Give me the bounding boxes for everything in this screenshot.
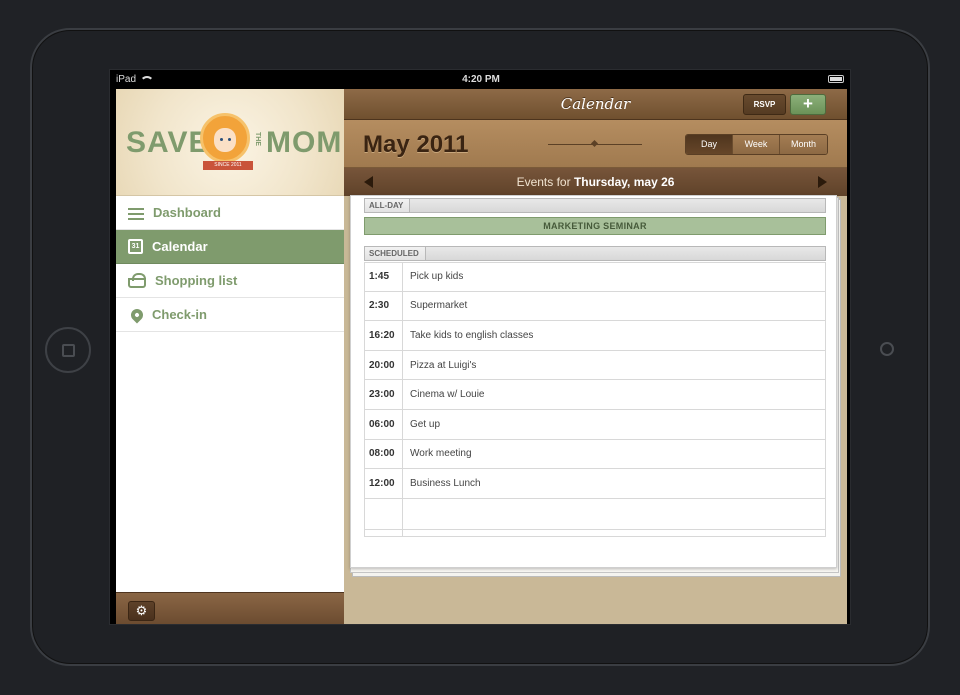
event-title: Supermarket [410,300,468,312]
events-date-label: Events for Thursday, may 26 [344,175,847,189]
ornament-divider [548,144,642,145]
table-row[interactable]: 23:00 Cinema w/ Louie [364,380,826,410]
calendar-panel: Calendar RSVP + May 2011 Day Week Month … [344,89,847,624]
next-day-arrow-icon[interactable] [818,176,827,188]
event-time: 06:00 [365,409,403,439]
event-time: 16:20 [365,321,403,350]
basket-icon [128,273,146,288]
logo-word-mom: MOM [266,126,343,159]
event-time: 20:00 [365,350,403,380]
battery-icon [828,75,844,83]
camera-icon [880,342,894,356]
app-logo: SAVE SINCE 2011 THE MOM [116,89,344,196]
location-pin-icon [128,306,146,323]
table-row[interactable]: 08:00 Work meeting [364,439,826,470]
list-icon [128,208,144,220]
navigation-bar: Calendar RSVP + [344,89,847,120]
event-title: Pick up kids [410,271,464,283]
scheduled-header-label: SCHEDULED [365,247,426,260]
sidebar-item-label: Check-in [152,307,207,322]
sidebar-item-dashboard[interactable]: Dashboard [116,196,344,230]
scheduled-section-header: SCHEDULED [364,246,826,261]
sidebar-item-calendar[interactable]: 31 Calendar [116,230,344,264]
home-button[interactable] [45,327,91,373]
event-time: 2:30 [365,291,403,321]
view-day-button[interactable]: Day [686,135,733,154]
rsvp-button[interactable]: RSVP [743,94,786,115]
event-title: Work meeting [410,448,472,460]
event-time: 08:00 [365,439,403,469]
settings-button[interactable]: ⚙ [128,601,155,621]
event-time: 23:00 [365,380,403,409]
home-square-icon [62,344,75,357]
add-event-button[interactable]: + [790,94,826,115]
calendar-icon: 31 [128,239,143,254]
clock: 4:20 PM [462,74,500,85]
view-week-button[interactable]: Week [733,135,780,154]
day-schedule-sheet: ALL-DAY MARKETING SEMINAR SCHEDULED 1:45… [350,195,837,568]
event-time: 1:45 [365,263,403,291]
table-row[interactable]: 12:00 Business Lunch [364,469,826,499]
event-title: Business Lunch [410,477,481,489]
allday-event-marketing-seminar[interactable]: MARKETING SEMINAR [364,217,826,235]
sidebar-item-shopping-list[interactable]: Shopping list [116,264,344,298]
table-row[interactable]: 16:20 Take kids to english classes [364,321,826,351]
month-header: May 2011 Day Week Month [344,120,847,168]
logo-word-save: SAVE [126,126,210,159]
event-title: Pizza at Luigi's [410,359,477,371]
logo-word-the: THE [254,132,261,146]
table-row[interactable]: 1:45 Pick up kids [364,262,826,292]
events-prefix: Events for [516,175,571,189]
allday-section-header: ALL-DAY [364,198,826,213]
events-date-bar: Events for Thursday, may 26 [344,168,847,196]
view-segmented-control: Day Week Month [685,134,828,155]
sidebar-item-check-in[interactable]: Check-in [116,298,344,332]
sidebar-item-label: Calendar [152,239,208,254]
event-title: Cinema w/ Louie [410,389,485,401]
logo-ribbon: SINCE 2011 [203,161,253,170]
table-row[interactable]: 06:00 Get up [364,409,826,440]
event-time: 12:00 [365,469,403,498]
table-row[interactable]: 20:00 Pizza at Luigi's [364,350,826,381]
sidebar-item-label: Dashboard [153,205,221,220]
event-title: Take kids to english classes [410,329,534,341]
screen: iPad 4:20 PM SAVE SINCE 2011 THE MOM Das… [109,69,851,625]
event-title: Get up [410,418,441,430]
status-bar: iPad 4:20 PM [110,70,850,89]
sidebar: SAVE SINCE 2011 THE MOM Dashboard 31 Cal… [116,89,344,624]
gear-icon: ⚙ [135,603,148,618]
allday-header-label: ALL-DAY [365,199,411,212]
mom-face-icon [200,113,250,163]
scheduled-list: 1:45 Pick up kids 2:30 Supermarket 16:20… [364,262,826,537]
sidebar-footer: ⚙ [116,592,344,624]
empty-row [364,498,826,537]
table-row[interactable]: 2:30 Supermarket [364,291,826,322]
view-month-button[interactable]: Month [780,135,827,154]
month-title: May 2011 [363,131,469,158]
events-date: Thursday, may 26 [573,175,675,189]
sidebar-item-label: Shopping list [155,273,238,288]
